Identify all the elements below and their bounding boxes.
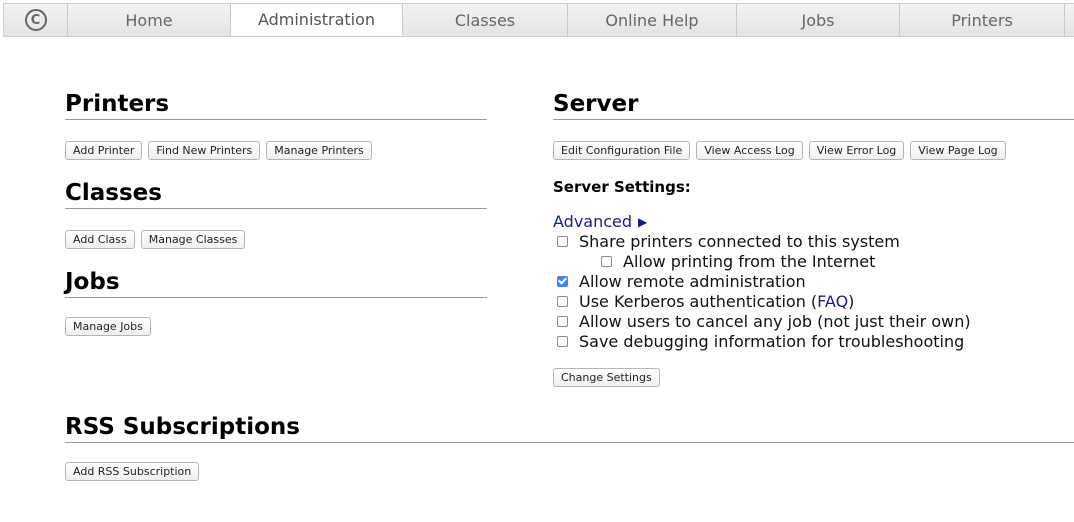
debug-logging-checkbox[interactable] [557,335,568,347]
tab-home[interactable]: Home [68,4,231,36]
add-rss-subscription-button[interactable]: Add RSS Subscription [65,462,200,481]
kerberos-label-after: ) [848,291,855,311]
view-page-log-button[interactable]: View Page Log [910,141,1006,160]
tab-online-help[interactable]: Online Help [568,4,737,36]
add-printer-button[interactable]: Add Printer [65,141,143,160]
classes-section: Classes Add Class Manage Classes [65,180,487,249]
share-printers-option: Share printers connected to this system [553,231,1074,251]
printers-section: Printers Add Printer Find New Printers M… [65,91,487,160]
printers-heading: Printers [65,91,487,120]
advanced-link[interactable]: Advanced ▶ [553,212,1074,231]
remote-admin-option: Allow remote administration [553,271,1074,291]
find-new-printers-button[interactable]: Find New Printers [148,141,261,160]
top-nav-tabbar: C Home Administration Classes Online Hel… [3,3,1074,37]
kerberos-faq-link[interactable]: FAQ [817,292,848,311]
remote-admin-label: Allow remote administration [579,271,806,291]
view-error-log-button[interactable]: View Error Log [808,141,905,160]
tab-jobs[interactable]: Jobs [737,4,900,36]
manage-jobs-button[interactable]: Manage Jobs [65,317,151,336]
cancel-any-job-option: Allow users to cancel any job (not just … [553,311,1074,331]
cancel-any-job-label: Allow users to cancel any job (not just … [579,311,971,331]
allow-internet-printing-option: Allow printing from the Internet [553,251,1074,271]
cups-logo-tab[interactable]: C [4,4,68,36]
edit-configuration-file-button[interactable]: Edit Configuration File [553,141,691,160]
manage-printers-button[interactable]: Manage Printers [266,141,372,160]
server-heading: Server [553,91,1074,120]
rss-heading: RSS Subscriptions [65,414,1074,443]
remote-admin-checkbox[interactable] [557,275,568,287]
share-printers-label: Share printers connected to this system [579,231,900,251]
cancel-any-job-checkbox[interactable] [557,315,568,327]
server-section: Server Edit Configuration File View Acce… [553,91,1074,387]
kerberos-checkbox[interactable] [557,295,568,307]
jobs-heading: Jobs [65,269,487,298]
advanced-label: Advanced [553,212,633,231]
tab-administration[interactable]: Administration [231,4,403,36]
kerberos-label-before: Use Kerberos authentication ( [579,291,818,311]
share-printers-checkbox[interactable] [557,235,568,247]
add-class-button[interactable]: Add Class [65,230,135,249]
tab-classes[interactable]: Classes [403,4,568,36]
server-settings-title: Server Settings: [553,178,691,196]
allow-internet-printing-label: Allow printing from the Internet [623,251,876,271]
tab-printers[interactable]: Printers [900,4,1065,36]
jobs-section: Jobs Manage Jobs [65,269,487,336]
disclosure-arrow-icon: ▶ [638,214,648,229]
cups-logo-icon: C [24,9,47,31]
change-settings-button[interactable]: Change Settings [553,368,660,387]
classes-heading: Classes [65,180,487,209]
kerberos-option: Use Kerberos authentication (FAQ) [553,291,1074,311]
allow-internet-printing-checkbox[interactable] [601,255,612,267]
manage-classes-button[interactable]: Manage Classes [140,230,246,249]
debug-logging-option: Save debugging information for troublesh… [553,331,1074,351]
debug-logging-label: Save debugging information for troublesh… [579,331,965,351]
view-access-log-button[interactable]: View Access Log [696,141,803,160]
rss-section: RSS Subscriptions Add RSS Subscription [65,414,1074,481]
